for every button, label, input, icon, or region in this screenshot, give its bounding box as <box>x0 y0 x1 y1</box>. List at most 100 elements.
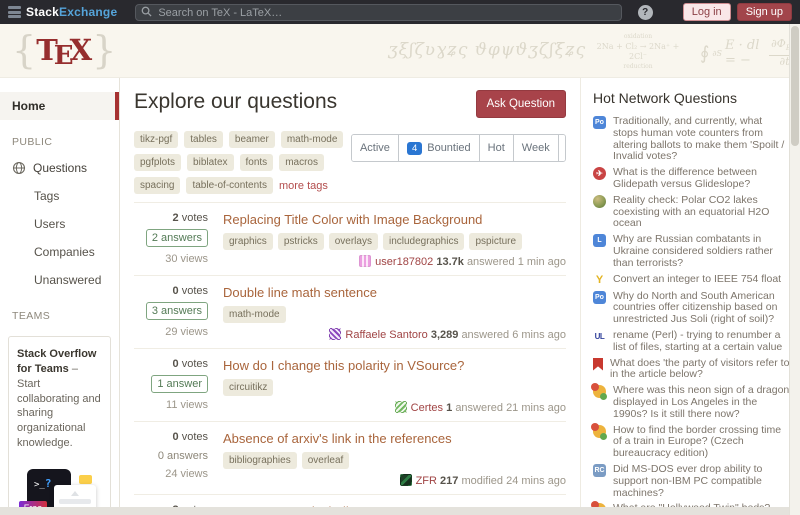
avatar[interactable] <box>359 255 371 267</box>
question-title-link[interactable]: Double line math sentence <box>223 285 566 300</box>
hot-question-link[interactable]: What does 'the party of visitors refer t… <box>610 358 790 382</box>
answer-count-badge[interactable]: 3 answers <box>146 302 208 320</box>
math-decorations: ʒξʃζʋɣʑς ϑφψϑʒζʃξʑς oxidation 2Na + Cl₂ … <box>0 24 800 77</box>
tag-pill[interactable]: pspicture <box>469 233 522 250</box>
view-count: 11 views <box>134 399 208 411</box>
sidebar-item-unanswered[interactable]: Unanswered <box>0 266 119 294</box>
tag-pill[interactable]: tikz-pgf <box>134 131 178 148</box>
tag-pill[interactable]: spacing <box>134 177 180 194</box>
tag-pill[interactable]: beamer <box>229 131 275 148</box>
more-tags-link[interactable]: more tags <box>279 180 328 192</box>
scrollbar-thumb[interactable] <box>791 26 799 146</box>
log-in-button[interactable]: Log in <box>683 3 731 21</box>
question-row: 0 votes 1 answer 11 views How do I chang… <box>134 348 566 421</box>
question-title-link[interactable]: Absence of arxiv's link in the reference… <box>223 431 566 446</box>
question-tags: bibliographies overleaf <box>223 452 566 469</box>
ask-question-button[interactable]: Ask Question <box>476 90 566 118</box>
question-title-link[interactable]: Replacing Title Color with Image Backgro… <box>223 212 566 227</box>
hot-question-link[interactable]: Convert an integer to IEEE 754 float <box>613 274 781 287</box>
hot-question-link[interactable]: How to find the border crossing time of … <box>613 425 790 460</box>
answer-count-badge[interactable]: 1 answer <box>151 375 208 393</box>
tag-pill[interactable]: includegraphics <box>383 233 465 250</box>
filter-week-button[interactable]: Week <box>513 135 558 161</box>
filter-month-button[interactable]: Month <box>558 135 566 161</box>
tex-site-logo[interactable]: { T E X } <box>12 28 116 72</box>
airplane-icon: ✈ <box>593 167 606 180</box>
answer-count: 0 answers <box>134 450 208 462</box>
tag-pill[interactable]: math-mode <box>223 306 286 323</box>
sign-up-button[interactable]: Sign up <box>737 3 792 21</box>
user-reputation: 217 <box>440 475 458 487</box>
vote-count: 0 votes <box>134 285 208 297</box>
vote-count: 0 votes <box>134 431 208 443</box>
sidebar-item-home[interactable]: Home <box>0 92 119 120</box>
avatar[interactable] <box>400 474 412 486</box>
activity-meta: answered 6 mins ago <box>461 329 566 341</box>
tag-pill[interactable]: pstricks <box>278 233 324 250</box>
sidebar-item-companies[interactable]: Companies <box>0 238 119 266</box>
chat-bubbles-icon <box>593 425 606 438</box>
hot-question-link[interactable]: Reality check: Polar CO2 lakes coexistin… <box>613 195 790 230</box>
hot-question-item: Po Why do North and South American count… <box>593 291 790 326</box>
user-link[interactable]: Raffaele Santoro <box>345 329 427 341</box>
answer-count-badge[interactable]: 2 answers <box>146 229 208 247</box>
hot-question-link[interactable]: Traditionally, and currently, what stops… <box>613 116 790 163</box>
avatar[interactable] <box>395 401 407 413</box>
sidebar-item-users[interactable]: Users <box>0 210 119 238</box>
page-bottom-edge <box>0 507 800 515</box>
script-decoration: ʒξʃζʋɣʑς ϑφψϑʒζʃξʑς <box>388 40 586 60</box>
avatar[interactable] <box>329 328 341 340</box>
hot-question-link[interactable]: Why are Russian combatants in Ukraine co… <box>613 234 790 269</box>
site-header: ʒξʃζʋɣʑς ϑφψϑʒζʃξʑς oxidation 2Na + Cl₂ … <box>0 24 800 78</box>
page-title: Explore our questions <box>134 90 337 114</box>
integral-sign: ∮ <box>700 43 709 64</box>
tag-pill[interactable]: biblatex <box>187 154 233 171</box>
integral-sub: ∂S <box>712 49 722 58</box>
filter-bountied-button[interactable]: 4Bountied <box>398 135 479 161</box>
filter-hot-label: Hot <box>488 142 505 154</box>
tag-pill[interactable]: fonts <box>240 154 274 171</box>
tag-pill[interactable]: tables <box>184 131 223 148</box>
hot-question-item: What does 'the party of visitors refer t… <box>593 358 790 382</box>
tag-pill[interactable]: macros <box>279 154 324 171</box>
tag-pill[interactable]: overlays <box>329 233 378 250</box>
tag-pill[interactable]: graphics <box>223 233 273 250</box>
tag-pill[interactable]: pgfplots <box>134 154 181 171</box>
filter-row: tikz-pgf tables beamer math-mode pgfplot… <box>134 131 566 194</box>
site-switcher-icon[interactable] <box>659 6 673 18</box>
sidebar-item-tags[interactable]: Tags <box>0 182 119 210</box>
filter-active-button[interactable]: Active <box>352 135 398 161</box>
hot-question-link[interactable]: Did MS-DOS ever drop ability to support … <box>613 464 790 499</box>
hot-question-link[interactable]: Where was this neon sign of a dragon dis… <box>613 385 790 420</box>
tag-pill[interactable]: math-mode <box>281 131 344 148</box>
hot-question-item: UL rename (Perl) - trying to renumber a … <box>593 330 790 354</box>
user-link[interactable]: ZFR <box>416 475 437 487</box>
sidebar-item-questions[interactable]: Questions <box>0 154 119 182</box>
tag-pill[interactable]: bibliographies <box>223 452 297 469</box>
tag-pill[interactable]: table-of-contents <box>186 177 273 194</box>
left-sidebar: Home PUBLIC Questions Tags Users Compani… <box>0 78 120 515</box>
question-stats: 0 votes 0 answers 24 views <box>134 431 208 487</box>
teams-promo-title: Stack Overflow for Teams <box>17 348 96 375</box>
user-link[interactable]: Certes <box>411 402 443 414</box>
hot-question-link[interactable]: Why do North and South American countrie… <box>613 291 790 326</box>
top-bar: StackExchange ? Log in Sign up <box>0 0 800 24</box>
question-stats: 0 votes 1 answer 11 views <box>134 358 208 414</box>
search-input[interactable] <box>135 4 621 21</box>
scrollbar[interactable] <box>789 24 800 515</box>
question-title-link[interactable]: How do I change this polarity in VSource… <box>223 358 566 373</box>
tag-pill[interactable]: overleaf <box>302 452 350 469</box>
user-link[interactable]: user187802 <box>375 256 433 268</box>
tag-cloud: tikz-pgf tables beamer math-mode pgfplot… <box>134 131 351 194</box>
help-icon[interactable]: ? <box>638 5 653 20</box>
brand-stack: Stack <box>26 5 59 19</box>
hot-question-link[interactable]: rename (Perl) - trying to renumber a lis… <box>613 330 790 354</box>
medal-icon: Y <box>593 274 606 287</box>
stackexchange-logo[interactable]: StackExchange <box>8 5 117 19</box>
hot-question-link[interactable]: What is the difference between Glidepath… <box>613 167 790 191</box>
question-user-line: Raffaele Santoro 3,289 answered 6 mins a… <box>223 323 566 341</box>
tag-pill[interactable]: circuitikz <box>223 379 273 396</box>
emf-term: E · dl = − <box>725 38 766 68</box>
hot-question-item: RC Did MS-DOS ever drop ability to suppo… <box>593 464 790 499</box>
filter-hot-button[interactable]: Hot <box>479 135 513 161</box>
